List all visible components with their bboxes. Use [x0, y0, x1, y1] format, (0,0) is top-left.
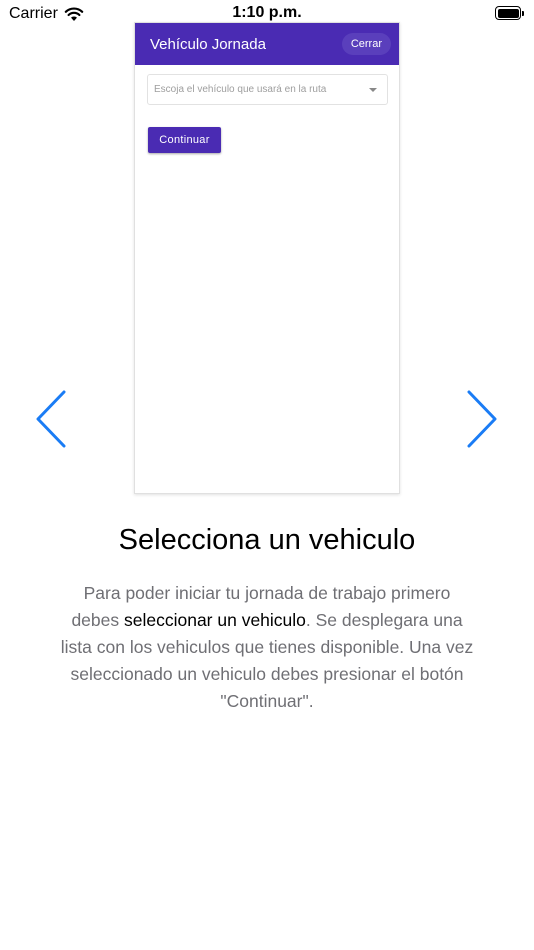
- battery-icon: [495, 6, 525, 20]
- status-time: 1:10 p.m.: [232, 4, 302, 21]
- close-button[interactable]: Cerrar: [341, 33, 391, 55]
- onboarding-heading: Selecciona un vehiculo: [118, 524, 416, 556]
- onboarding-description: Para poder iniciar tu jornada de trabajo…: [60, 580, 474, 715]
- vehicle-select-placeholder: Escoja el vehículo que usará en la ruta: [154, 84, 327, 95]
- chevron-left-icon[interactable]: [34, 388, 68, 450]
- battery-level: [497, 8, 519, 18]
- app-title: Vehículo Jornada: [150, 35, 266, 53]
- chevron-right-icon[interactable]: [465, 388, 499, 450]
- description-highlight: seleccionar un vehiculo: [123, 610, 306, 630]
- dropdown-caret-icon: [369, 87, 377, 92]
- vehicle-select[interactable]: Escoja el vehículo que usará en la ruta: [147, 74, 388, 105]
- app-bar: Vehículo Jornada Cerrar: [135, 23, 399, 65]
- app-preview-card: Vehículo Jornada Cerrar Escoja el vehícu…: [134, 22, 400, 494]
- continue-button[interactable]: Continuar: [148, 127, 221, 153]
